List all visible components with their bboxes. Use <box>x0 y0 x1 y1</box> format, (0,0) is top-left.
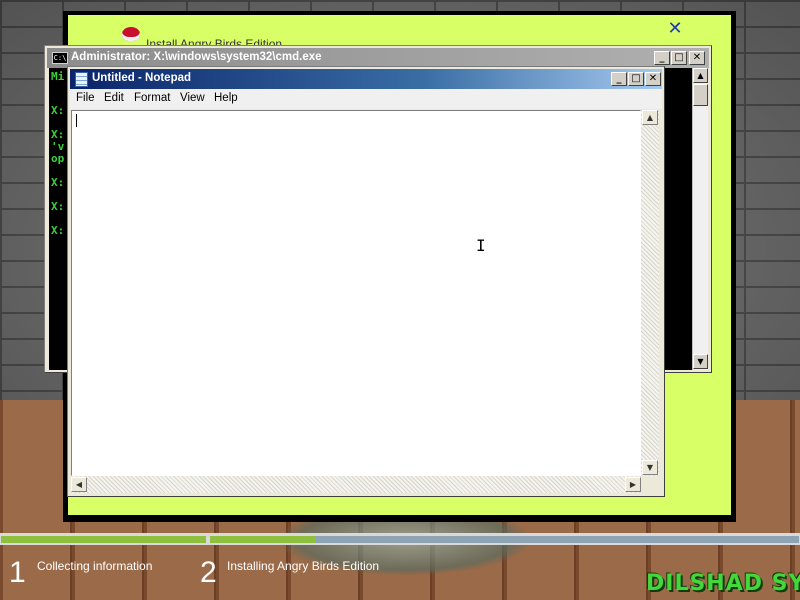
angry-bird-icon <box>122 27 140 41</box>
notepad-scroll-left-button[interactable]: ◀ <box>71 477 87 492</box>
cmd-titlebar[interactable]: C:\ Administrator: X:\windows\system32\c… <box>47 48 709 68</box>
step-2-label: Installing Angry Birds Edition <box>227 559 380 573</box>
cmd-window-title: Administrator: X:\windows\system32\cmd.e… <box>71 51 322 63</box>
setup-progress-bar <box>0 533 800 545</box>
cmd-line: X: <box>51 200 65 213</box>
menu-help[interactable]: Help <box>214 92 238 104</box>
notepad-minimize-button[interactable]: _ <box>611 72 627 86</box>
notepad-menubar: File Edit Format View Help <box>70 89 662 109</box>
cmd-vertical-scrollbar[interactable]: ▲ ▼ <box>692 68 708 370</box>
cmd-line: X: <box>51 176 65 189</box>
cmd-line: X: <box>51 224 65 237</box>
notepad-text-content[interactable] <box>72 111 640 475</box>
cmd-line: Mi <box>51 70 65 83</box>
notepad-scroll-right-button[interactable]: ▶ <box>625 477 641 492</box>
cmd-scroll-up-button[interactable]: ▲ <box>693 68 708 83</box>
menu-file[interactable]: File <box>76 92 95 104</box>
notepad-maximize-button[interactable]: □ <box>628 72 644 86</box>
brand-logo: DILSHAD SYS <box>646 571 800 596</box>
notepad-horizontal-scrollbar[interactable]: ◀ ▶ <box>71 476 641 493</box>
setup-close-button[interactable]: ✕ <box>666 20 684 38</box>
notepad-scroll-down-button[interactable]: ▼ <box>642 460 658 475</box>
cmd-line: op <box>51 152 65 165</box>
notepad-window-title: Untitled - Notepad <box>92 72 192 84</box>
notepad-scroll-up-button[interactable]: ▲ <box>642 110 658 125</box>
progress-step1-fill <box>1 536 206 543</box>
notepad-icon <box>75 72 88 87</box>
notepad-text-area[interactable] <box>71 110 641 476</box>
menu-edit[interactable]: Edit <box>104 92 124 104</box>
notepad-titlebar[interactable]: Untitled - Notepad _ □ ✕ <box>70 69 662 89</box>
notepad-size-grip[interactable] <box>641 476 659 493</box>
menu-format[interactable]: Format <box>134 92 170 104</box>
step-1-label: Collecting information <box>37 559 153 573</box>
step-2-number: 2 <box>200 556 217 589</box>
notepad-close-button[interactable]: ✕ <box>645 72 661 86</box>
notepad-vertical-scrollbar[interactable]: ▲ ▼ <box>641 110 659 476</box>
text-caret <box>76 114 77 127</box>
cmd-close-button[interactable]: ✕ <box>689 51 705 65</box>
cmd-scroll-thumb[interactable] <box>693 84 708 106</box>
cmd-maximize-button[interactable]: □ <box>671 51 687 65</box>
progress-step2-fill <box>210 536 317 543</box>
cmd-minimize-button[interactable]: _ <box>654 51 670 65</box>
step-1-number: 1 <box>9 556 26 589</box>
cmd-line: X: <box>51 104 65 117</box>
cmd-icon: C:\ <box>52 52 68 64</box>
ibeam-cursor-icon: I <box>476 236 486 255</box>
menu-view[interactable]: View <box>180 92 205 104</box>
cmd-scroll-down-button[interactable]: ▼ <box>693 354 708 369</box>
notepad-window: Untitled - Notepad _ □ ✕ File Edit Forma… <box>67 66 665 497</box>
